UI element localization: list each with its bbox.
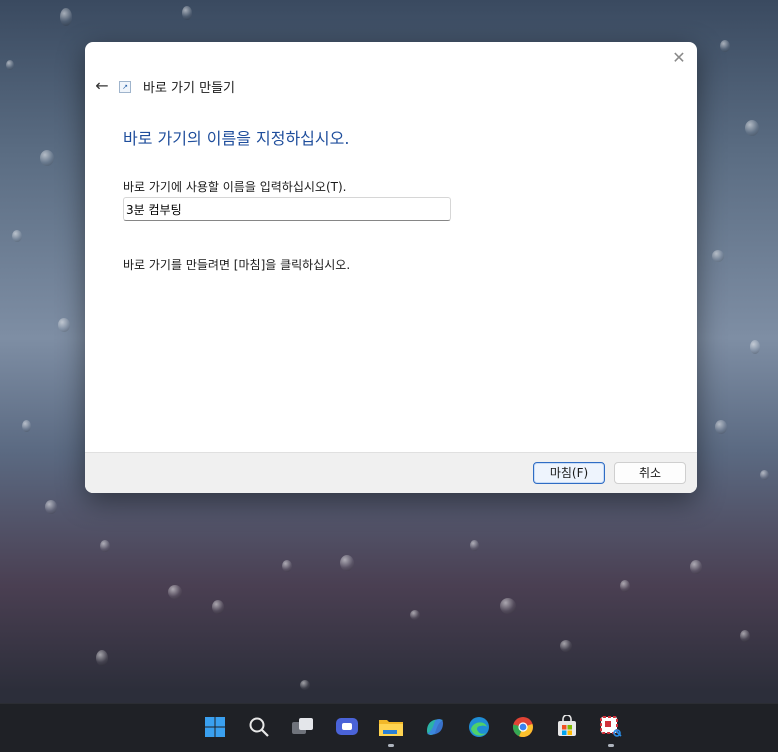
shortcut-wizard-icon: ↗ <box>119 81 131 93</box>
back-arrow-icon: ← <box>95 76 109 95</box>
copilot-icon[interactable] <box>422 714 448 740</box>
file-explorer-running-indicator <box>388 744 394 747</box>
finish-instruction: 바로 가기를 만들려면 [마침]을 클릭하십시오. <box>123 258 351 272</box>
wizard-header: ← ↗ 바로 가기 만들기 <box>85 74 697 98</box>
name-prompt-label: 바로 가기에 사용할 이름을 입력하십시오(T). <box>123 180 347 194</box>
microsoft-store-icon[interactable] <box>554 714 580 740</box>
close-icon: ✕ <box>672 48 686 67</box>
edge-icon[interactable] <box>466 714 492 740</box>
wizard-title: 바로 가기 만들기 <box>143 81 235 96</box>
search-icon[interactable] <box>246 714 272 740</box>
cancel-button[interactable]: 취소 <box>614 462 686 484</box>
teams-chat-icon[interactable] <box>334 714 360 740</box>
create-shortcut-dialog: ✕ ← ↗ 바로 가기 만들기 바로 가기의 이름을 지정하십시오. 바로 가기… <box>85 42 697 493</box>
taskbar <box>0 703 778 752</box>
file-explorer-icon[interactable] <box>378 714 404 740</box>
back-button[interactable]: ← <box>91 76 113 96</box>
page-heading: 바로 가기의 이름을 지정하십시오. <box>123 129 350 148</box>
task-view-icon[interactable] <box>290 714 316 740</box>
windows-start-icon[interactable] <box>202 714 228 740</box>
snipping-tool-running-indicator <box>608 744 614 747</box>
chrome-icon[interactable] <box>510 714 536 740</box>
snipping-tool-icon[interactable] <box>598 714 624 740</box>
close-button[interactable]: ✕ <box>669 48 689 68</box>
finish-button[interactable]: 마침(F) <box>533 462 605 484</box>
dialog-footer: 마침(F) 취소 <box>85 452 697 493</box>
shortcut-name-input[interactable] <box>123 197 451 221</box>
